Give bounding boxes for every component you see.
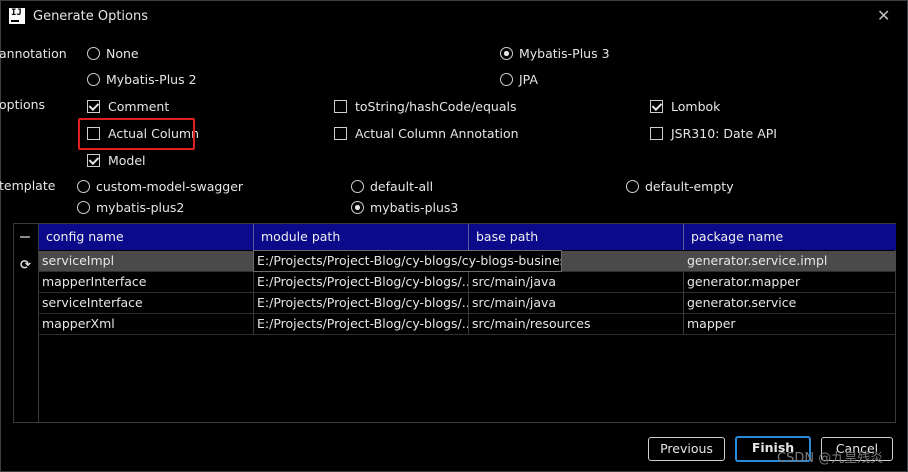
template-mybatis-plus2-radio[interactable]: mybatis-plus2 [77, 200, 184, 215]
previous-button[interactable]: Previous [648, 437, 725, 461]
table-row[interactable]: serviceImpl E:/Projects/Project-Blog/cy-… [39, 250, 896, 272]
annotation-label: annotation [0, 46, 67, 61]
logo-text: IJ [11, 8, 22, 18]
radio-label: default-empty [645, 179, 734, 194]
table-cell[interactable]: E:/Projects/Project-Blog/cy-blogs/... [254, 314, 469, 334]
radio-selected-icon [351, 201, 364, 214]
radio-icon [500, 73, 513, 86]
table-cell[interactable]: mapper [684, 314, 896, 334]
table-cell[interactable]: src/main/java [469, 293, 684, 313]
table-cell[interactable]: generator.service.impl [684, 251, 896, 271]
annotation-mybatis-plus3-radio[interactable]: Mybatis-Plus 3 [500, 46, 610, 61]
radio-icon [87, 73, 100, 86]
table-row[interactable]: serviceInterface E:/Projects/Project-Blo… [39, 293, 896, 314]
generate-options-dialog: IJ Generate Options ✕ annotation None My… [0, 0, 908, 472]
annotation-mybatis-plus2-radio[interactable]: Mybatis-Plus 2 [87, 72, 197, 87]
radio-label: Mybatis-Plus 3 [519, 46, 610, 61]
radio-label: None [106, 46, 139, 61]
checkbox-icon [334, 100, 347, 113]
checkbox-icon [650, 127, 663, 140]
checkbox-label: Model [108, 153, 146, 168]
table-cell[interactable]: mapperInterface [39, 272, 254, 292]
table-cell[interactable]: generator.service [684, 293, 896, 313]
actual-column-annotation-checkbox[interactable]: Actual Column Annotation [334, 126, 519, 141]
radio-icon [351, 180, 364, 193]
remove-row-icon[interactable] [20, 236, 30, 238]
table-header: config name module path base path packag… [39, 224, 896, 250]
table-cell[interactable]: serviceImpl [39, 251, 254, 271]
checkbox-icon [334, 127, 347, 140]
radio-icon [626, 180, 639, 193]
table-cell[interactable]: src/main/java [469, 272, 684, 292]
template-default-all-radio[interactable]: default-all [351, 179, 433, 194]
checkbox-label: Actual Column Annotation [355, 126, 519, 141]
template-custom-model-swagger-radio[interactable]: custom-model-swagger [77, 179, 243, 194]
table-cell[interactable]: mapperXml [39, 314, 254, 334]
close-icon[interactable]: ✕ [877, 6, 890, 25]
column-header[interactable]: package name [684, 224, 896, 250]
table-cell[interactable]: E:/Projects/Project-Blog/cy-blogs/... [254, 272, 469, 292]
radio-label: JPA [519, 72, 538, 87]
radio-label: custom-model-swagger [96, 179, 244, 194]
template-default-empty-radio[interactable]: default-empty [626, 179, 734, 194]
radio-label: default-all [370, 179, 434, 194]
cell-editor-input[interactable]: E:/Projects/Project-Blog/cy-blogs/cy-blo… [253, 250, 562, 272]
intellij-logo-icon: IJ [9, 8, 25, 24]
model-checkbox[interactable]: Model [87, 153, 146, 168]
checkbox-label: JSR310: Date API [671, 126, 777, 141]
table-cell[interactable]: src/main/resources [469, 314, 684, 334]
checkbox-label: Comment [108, 99, 170, 114]
checkbox-checked-icon [650, 100, 663, 113]
radio-label: mybatis-plus2 [96, 200, 185, 215]
checkbox-checked-icon [87, 154, 100, 167]
radio-label: Mybatis-Plus 2 [106, 72, 197, 87]
checkbox-label: toString/hashCode/equals [355, 99, 517, 114]
radio-selected-icon [500, 47, 513, 60]
annotation-none-radio[interactable]: None [87, 46, 139, 61]
table-cell[interactable]: E:/Projects/Project-Blog/cy-blogs/... [254, 293, 469, 313]
annotation-jpa-radio[interactable]: JPA [500, 72, 538, 87]
table-cell[interactable]: generator.mapper [684, 272, 896, 292]
tostring-hashcode-equals-checkbox[interactable]: toString/hashCode/equals [334, 99, 517, 114]
table-cell[interactable]: serviceInterface [39, 293, 254, 313]
config-table: ⟳ config name module path base path pack… [13, 223, 896, 423]
column-header[interactable]: base path [469, 224, 684, 250]
template-mybatis-plus3-radio[interactable]: mybatis-plus3 [351, 200, 458, 215]
jsr310-date-api-checkbox[interactable]: JSR310: Date API [650, 126, 777, 141]
title-bar: IJ Generate Options ✕ [1, 1, 907, 31]
table-toolbar: ⟳ [14, 224, 39, 422]
column-header[interactable]: config name [39, 224, 254, 250]
dialog-title: Generate Options [33, 9, 149, 24]
comment-checkbox[interactable]: Comment [87, 99, 169, 114]
radio-icon [77, 201, 90, 214]
options-label: options [0, 97, 46, 112]
lombok-checkbox[interactable]: Lombok [650, 99, 720, 114]
radio-icon [87, 47, 100, 60]
checkbox-label: Lombok [671, 99, 721, 114]
column-header[interactable]: module path [254, 224, 469, 250]
radio-label: mybatis-plus3 [370, 200, 459, 215]
highlight-box [78, 118, 195, 150]
watermark: CSDN @九皇残炎 [777, 451, 884, 466]
refresh-icon[interactable]: ⟳ [20, 258, 31, 273]
table-row[interactable]: mapperInterface E:/Projects/Project-Blog… [39, 272, 896, 293]
checkbox-checked-icon [87, 100, 100, 113]
template-label: template [0, 178, 56, 193]
radio-icon [77, 180, 90, 193]
table-row[interactable]: mapperXml E:/Projects/Project-Blog/cy-bl… [39, 314, 896, 335]
